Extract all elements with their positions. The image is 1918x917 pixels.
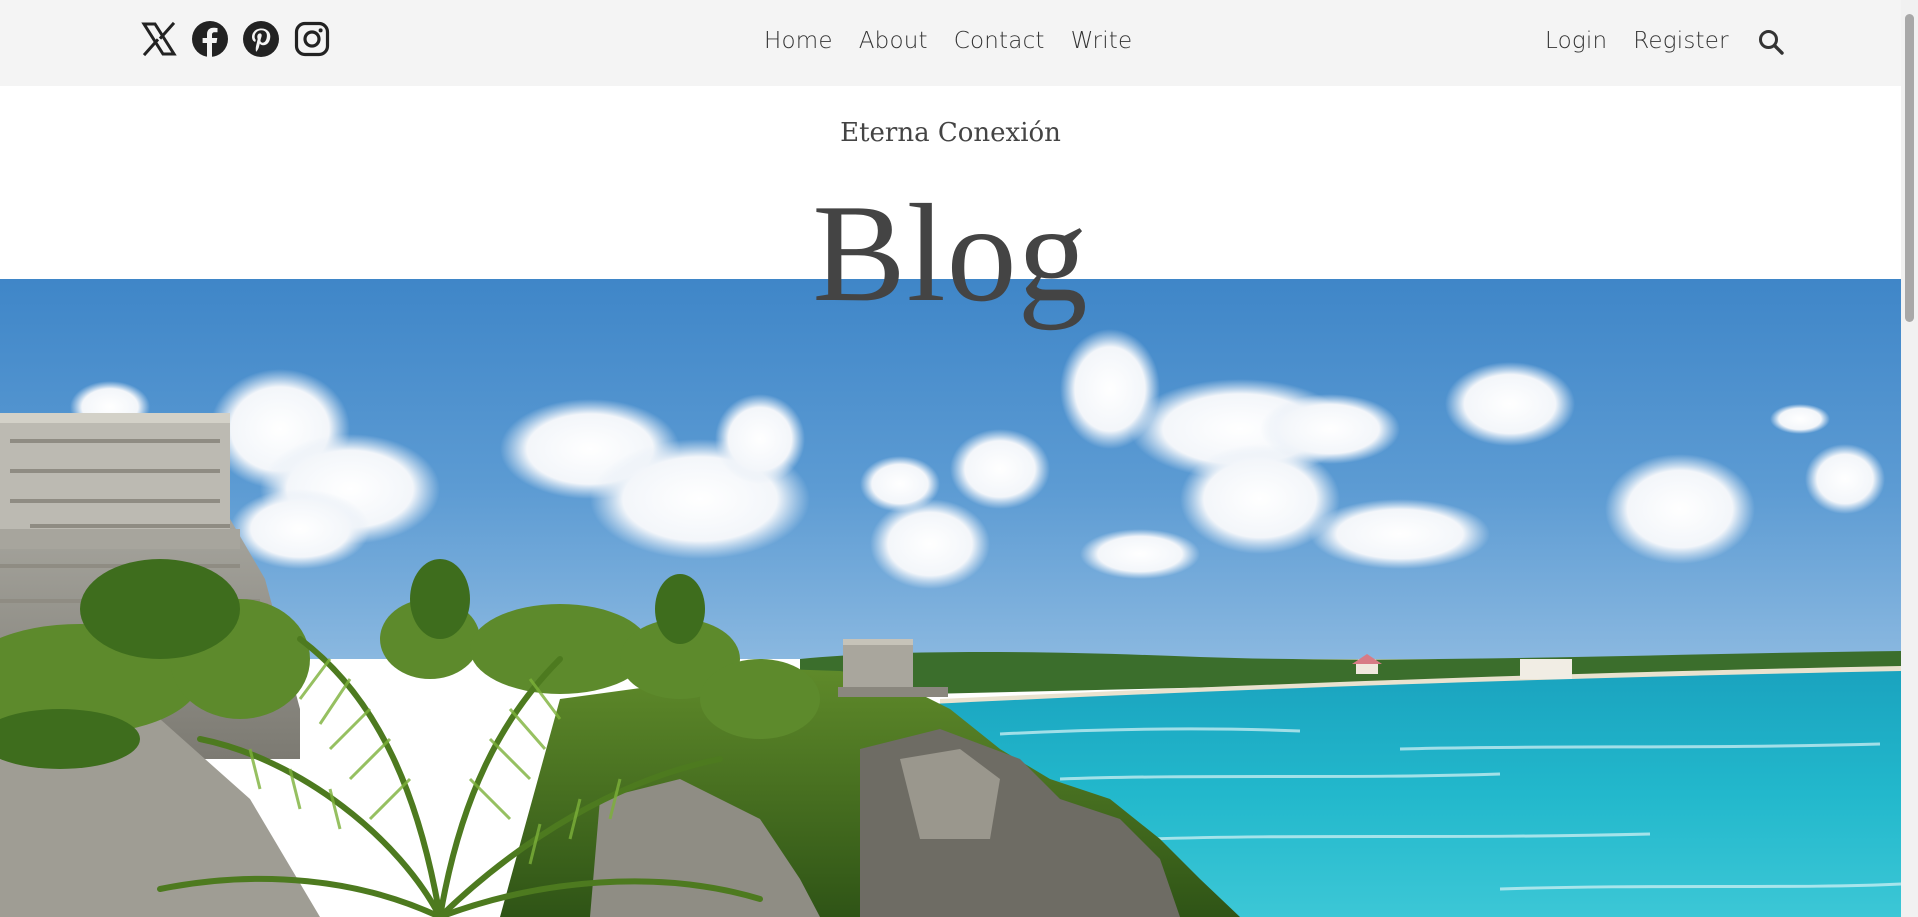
scrollbar-thumb[interactable]: [1905, 14, 1914, 322]
main-nav: Home About Contact Write: [764, 24, 1132, 58]
page-scrollbar[interactable]: [1901, 0, 1918, 917]
x-icon[interactable]: [140, 20, 178, 58]
hero-image: [0, 279, 1901, 917]
nav-write-link[interactable]: Write: [1071, 24, 1133, 58]
pinterest-icon[interactable]: [242, 20, 280, 58]
search-icon[interactable]: [1757, 28, 1785, 56]
nav-home-link[interactable]: Home: [764, 24, 833, 58]
facebook-icon[interactable]: [191, 20, 229, 58]
page-header: Eterna Conexión Blog: [0, 86, 1901, 331]
page-title: Blog: [812, 176, 1089, 331]
nav-about-link[interactable]: About: [859, 24, 928, 58]
register-link[interactable]: Register: [1633, 24, 1729, 58]
instagram-icon[interactable]: [293, 20, 331, 58]
account-nav: Login Register: [1545, 24, 1729, 58]
social-links: [140, 20, 331, 58]
site-subtitle: Eterna Conexión: [840, 118, 1061, 148]
login-link[interactable]: Login: [1545, 24, 1607, 58]
nav-contact-link[interactable]: Contact: [954, 24, 1045, 58]
top-navigation-bar: Home About Contact Write Login Register: [0, 0, 1901, 86]
